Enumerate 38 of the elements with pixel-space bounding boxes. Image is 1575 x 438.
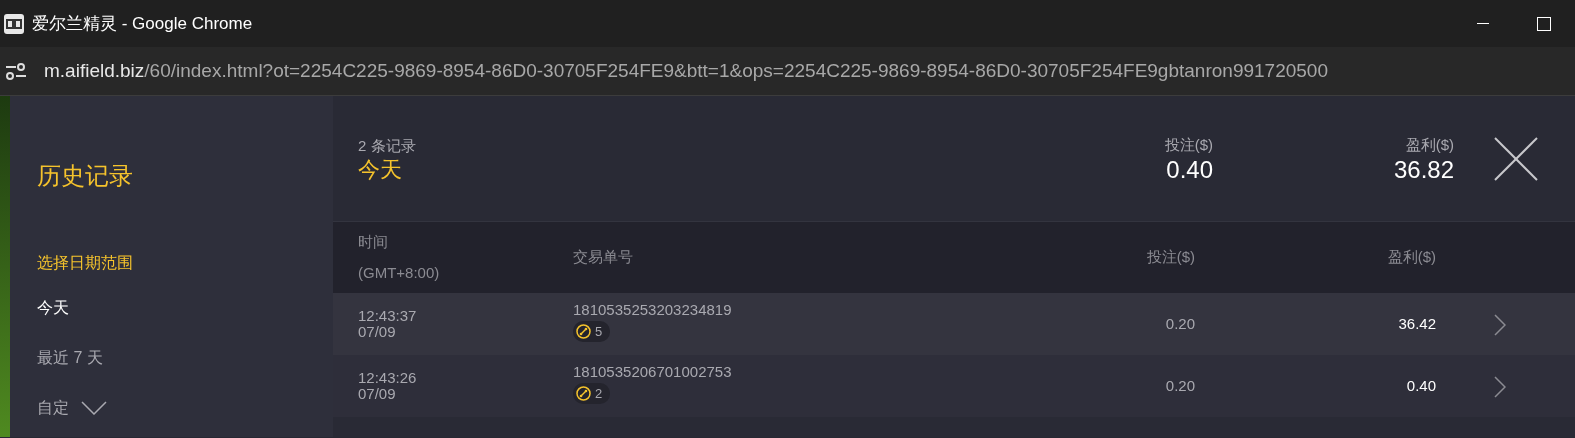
spin-count-badge: 5 xyxy=(573,320,611,343)
column-header: 盈利($) xyxy=(1386,247,1436,268)
time-cell-text: 12:43:37 xyxy=(358,307,418,324)
minimize-icon[interactable] xyxy=(1477,22,1489,25)
profit-cell-text: 36.42 xyxy=(1397,313,1436,334)
date-range-option[interactable]: 最近 7 天 xyxy=(10,333,333,383)
profit-label: 盈利($) xyxy=(1404,135,1454,156)
maximize-icon[interactable] xyxy=(1537,16,1551,31)
column-header: 交易单号 xyxy=(573,247,634,268)
table-row[interactable]: 12:43:26 07/09 1810535206701002753 2 0.20 0.40 xyxy=(333,355,1575,417)
column-header: 投注($) xyxy=(1145,247,1195,268)
date-range-option[interactable]: 今天 xyxy=(10,283,333,333)
section-label: 选择日期范围 xyxy=(36,253,134,273)
period-label: 今天 xyxy=(358,157,403,182)
window-title: 爱尔兰精灵 - Google Chrome xyxy=(32,12,253,35)
transaction-id: 1810535206701002753 xyxy=(573,364,733,381)
bet-cell-text: 0.20 xyxy=(1164,377,1195,395)
spin-count-badge: 2 xyxy=(573,382,611,405)
date-cell-text: 07/09 xyxy=(358,324,397,341)
column-subheader: (GMT+8:00) xyxy=(358,262,441,283)
bet-label: 投注($) xyxy=(1163,135,1213,156)
table-row[interactable]: 12:43:37 07/09 1810535253203234819 5 0.20 36.42 xyxy=(333,293,1575,355)
date-range-option[interactable]: 自定 xyxy=(10,383,333,433)
bet-cell-text: 0.20 xyxy=(1164,315,1195,333)
time-cell-text: 12:43:26 xyxy=(358,369,418,386)
date-cell-text: 07/09 xyxy=(358,386,397,403)
profit-total: 36.82 xyxy=(1392,156,1454,183)
record-count: 2 条记录 xyxy=(358,136,417,157)
column-header: 时间 xyxy=(358,232,389,252)
chevron-right-icon[interactable] xyxy=(1494,313,1506,336)
chevron-right-icon[interactable] xyxy=(1494,375,1506,398)
panel-title: 历史记录 xyxy=(36,161,134,191)
profit-cell-text: 0.40 xyxy=(1405,375,1436,396)
transaction-id: 1810535253203234819 xyxy=(573,302,733,319)
bet-total: 0.40 xyxy=(1165,156,1213,183)
chevron-down-icon xyxy=(81,401,107,415)
app-logo-icon xyxy=(4,13,24,34)
close-button[interactable] xyxy=(1494,136,1538,181)
